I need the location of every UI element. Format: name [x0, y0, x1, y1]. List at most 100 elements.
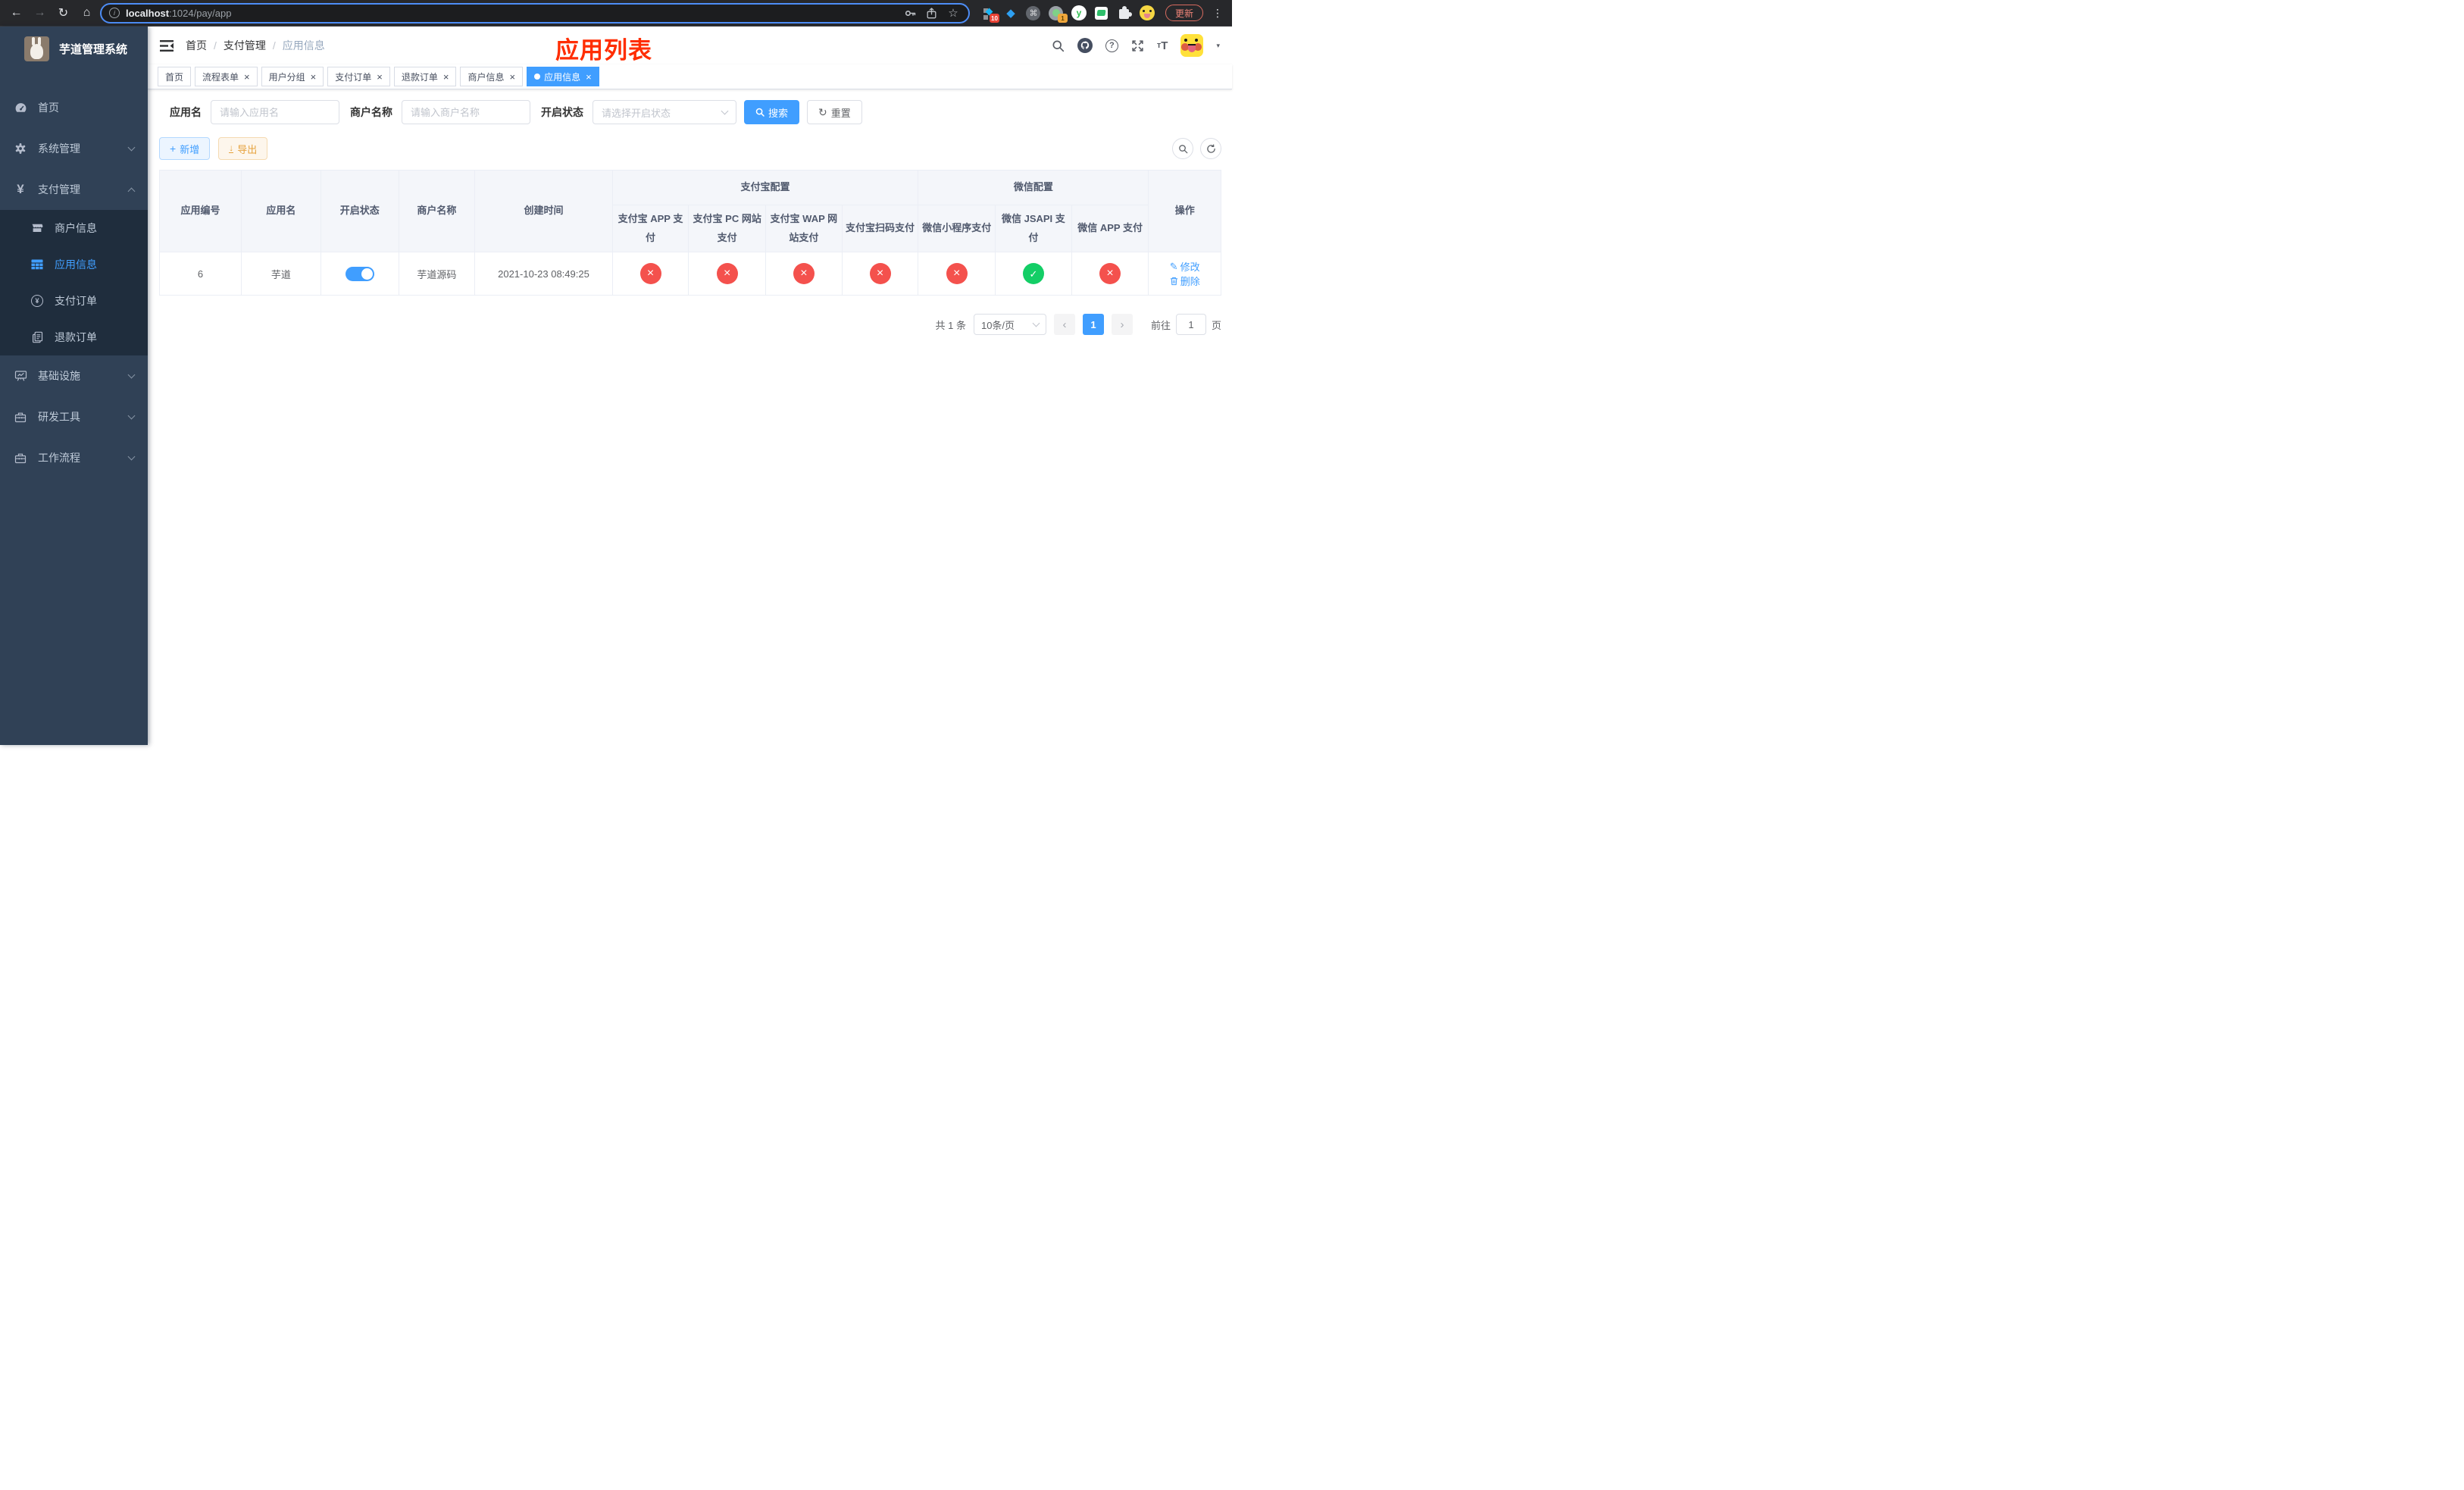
- reset-button-label: 重置: [830, 107, 851, 119]
- extension-yuque-icon[interactable]: [1071, 5, 1087, 20]
- tab-app-info[interactable]: 应用信息 ×: [527, 67, 599, 86]
- close-icon[interactable]: ×: [509, 72, 515, 82]
- sidebar-item-dev-tools[interactable]: 研发工具: [0, 396, 148, 437]
- sidebar-item-pay[interactable]: ¥ 支付管理: [0, 169, 148, 210]
- current-page-button[interactable]: 1: [1082, 314, 1104, 336]
- trash-icon: [1170, 277, 1177, 286]
- extensions-puzzle-icon[interactable]: [1117, 5, 1133, 20]
- browser-update-button[interactable]: 更新: [1165, 5, 1203, 21]
- tab-label: 退款订单: [401, 71, 438, 83]
- pagination: 共 1 条 10条/页 ‹ 1 › 前往 页: [159, 314, 1221, 336]
- sidebar-collapse-icon[interactable]: [160, 39, 174, 52]
- tab-user-group[interactable]: 用户分组 ×: [261, 67, 324, 86]
- sidebar-item-refund-order[interactable]: 退款订单: [0, 319, 148, 355]
- next-page-button[interactable]: ›: [1111, 314, 1133, 336]
- sidebar-item-infra[interactable]: 基础设施: [0, 355, 148, 396]
- refresh-table-button[interactable]: [1200, 138, 1221, 159]
- status-select[interactable]: 请选择开启状态: [593, 100, 736, 124]
- extension-avatar-icon[interactable]: 1: [1049, 5, 1068, 23]
- home-icon[interactable]: ⌂: [77, 3, 97, 23]
- delete-button[interactable]: 删除: [1170, 274, 1200, 288]
- cell-alipay-pc: [688, 252, 767, 296]
- sidebar-item-merchant-info[interactable]: 商户信息: [0, 210, 148, 246]
- page-size-select[interactable]: 10条/页: [973, 314, 1046, 336]
- add-button[interactable]: + 新增: [159, 137, 211, 160]
- close-icon[interactable]: ×: [377, 72, 383, 82]
- tab-process-form[interactable]: 流程表单 ×: [195, 67, 258, 86]
- col-actions: 操作: [1148, 169, 1221, 253]
- breadcrumb-home[interactable]: 首页: [186, 38, 207, 53]
- sidebar-item-label: 首页: [38, 102, 59, 114]
- breadcrumb-pay[interactable]: 支付管理: [224, 38, 266, 53]
- bookmark-star-icon[interactable]: ☆: [946, 6, 961, 20]
- cell-alipay-wap: [765, 252, 843, 296]
- status-fail-icon: [869, 263, 891, 285]
- filter-form: 应用名 商户名称 开启状态 请选择开启状态 搜索 ↻ 重置: [159, 100, 1221, 124]
- forward-icon[interactable]: →: [30, 3, 50, 23]
- sidebar-item-workflow[interactable]: 工作流程: [0, 437, 148, 478]
- table-header: 应用编号 应用名 开启状态 商户名称 创建时间 支付宝配置 微信配置 操作 支付…: [159, 169, 1221, 253]
- app-table: 应用编号 应用名 开启状态 商户名称 创建时间 支付宝配置 微信配置 操作 支付…: [159, 169, 1221, 296]
- edit-button[interactable]: ✎ 修改: [1170, 259, 1200, 274]
- cell-wx-jsapi: [995, 252, 1072, 296]
- reset-button[interactable]: ↻ 重置: [807, 100, 862, 124]
- url-path: :1024/pay/app: [169, 7, 232, 19]
- url-bar[interactable]: localhost:1024/pay/app ☆: [100, 2, 970, 23]
- extension-gem-icon[interactable]: ◆: [1003, 5, 1018, 20]
- navbar-actions: ▾: [1052, 34, 1220, 57]
- prev-page-button[interactable]: ‹: [1053, 314, 1075, 336]
- toggle-search-button[interactable]: [1172, 138, 1193, 159]
- app-name-input[interactable]: [211, 100, 339, 124]
- col-app-id: 应用编号: [159, 169, 242, 253]
- sidebar-item-home[interactable]: 首页: [0, 87, 148, 128]
- info-icon[interactable]: [109, 8, 120, 18]
- tab-merchant-info[interactable]: 商户信息 ×: [460, 67, 524, 86]
- close-icon[interactable]: ×: [311, 72, 317, 82]
- font-size-icon[interactable]: [1157, 39, 1168, 52]
- status-fail-icon: [1099, 263, 1121, 285]
- fullscreen-icon[interactable]: [1131, 39, 1144, 52]
- close-icon[interactable]: ×: [244, 72, 250, 82]
- extension-command-icon[interactable]: [1026, 5, 1041, 20]
- col-alipay-wap: 支付宝 WAP 网站支付: [765, 204, 843, 253]
- search-button-label: 搜索: [768, 107, 789, 119]
- tab-home[interactable]: 首页: [158, 67, 192, 86]
- coin-yen-icon: [29, 295, 45, 307]
- reload-icon[interactable]: ↻: [53, 3, 73, 23]
- sidebar-item-pay-order[interactable]: 支付订单: [0, 283, 148, 319]
- tab-refund-order[interactable]: 退款订单 ×: [393, 67, 457, 86]
- extension-blocks-icon[interactable]: 10: [980, 5, 999, 23]
- sidebar-item-app-info[interactable]: 应用信息: [0, 246, 148, 283]
- back-icon[interactable]: ←: [6, 3, 27, 23]
- status-toggle[interactable]: [345, 266, 374, 281]
- export-button[interactable]: ↓ 导出: [218, 137, 268, 160]
- merchant-name-input[interactable]: [402, 100, 530, 124]
- dashboard-icon: [12, 102, 29, 114]
- search-icon[interactable]: [1052, 39, 1065, 52]
- close-icon[interactable]: ×: [443, 72, 449, 82]
- toolbox-icon: [12, 412, 29, 423]
- close-icon[interactable]: ×: [586, 72, 592, 82]
- help-icon[interactable]: [1105, 39, 1118, 52]
- key-icon[interactable]: [903, 8, 918, 19]
- gear-icon: [12, 142, 29, 155]
- share-icon[interactable]: [924, 7, 940, 19]
- github-icon[interactable]: [1077, 38, 1093, 53]
- extension-chat-icon[interactable]: [1094, 5, 1109, 20]
- status-fail-icon: [639, 263, 661, 285]
- col-merchant: 商户名称: [398, 169, 476, 253]
- sidebar-item-system[interactable]: 系统管理: [0, 128, 148, 169]
- avatar-caret-icon[interactable]: ▾: [1216, 42, 1220, 50]
- chevron-down-icon: [127, 371, 136, 379]
- tab-label: 用户分组: [268, 71, 305, 83]
- browser-menu-icon[interactable]: ⋮: [1212, 7, 1223, 20]
- search-button[interactable]: 搜索: [744, 100, 800, 124]
- profile-smiley-icon[interactable]: [1139, 5, 1155, 20]
- tab-pay-order[interactable]: 支付订单 ×: [327, 67, 390, 86]
- user-avatar[interactable]: [1180, 34, 1204, 57]
- cell-merchant: 芋道源码: [398, 252, 476, 296]
- sidebar-item-label: 基础设施: [38, 370, 80, 382]
- app-logo: 芋道管理系统: [0, 27, 148, 70]
- goto-page-input[interactable]: [1175, 314, 1206, 336]
- extension-badge: 1: [1057, 14, 1068, 23]
